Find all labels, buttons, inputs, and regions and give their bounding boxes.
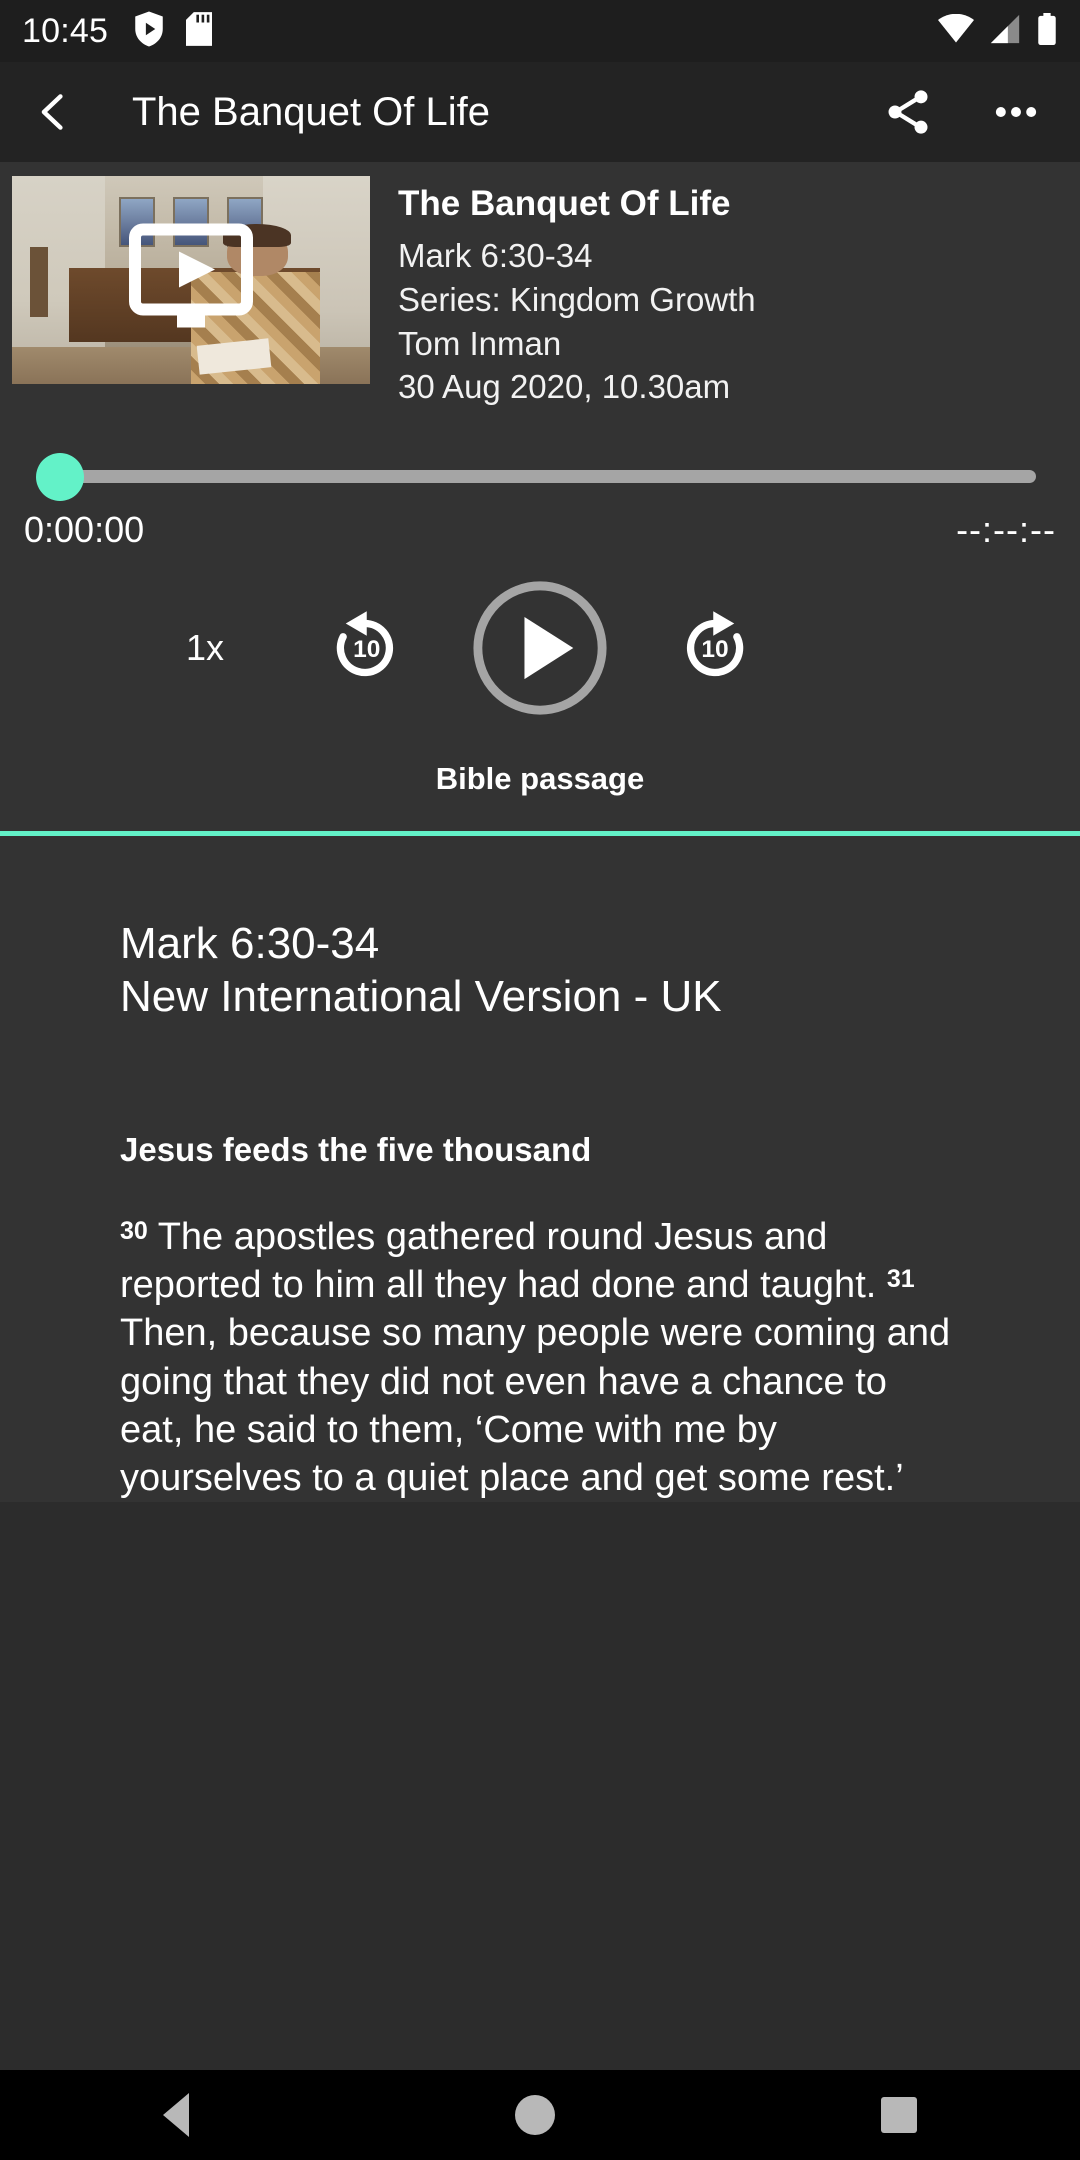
rewind-10-button[interactable]: 10 <box>290 606 440 690</box>
media-speaker: Tom Inman <box>398 324 562 362</box>
total-duration: --:--:-- <box>956 509 1056 551</box>
verse-text-31: Then, because so many people were coming… <box>120 1312 951 1500</box>
seek-bar[interactable] <box>22 439 1058 509</box>
playback-speed-button[interactable]: 1x <box>120 627 290 669</box>
play-video-overlay-icon[interactable] <box>129 223 253 337</box>
transport-controls: 1x 10 10 <box>0 577 1080 719</box>
media-reference: Mark 6:30-34 <box>398 236 593 274</box>
back-button[interactable] <box>26 84 82 140</box>
sd-card-icon <box>186 11 213 51</box>
verse-number-31: 31 <box>886 1265 915 1294</box>
forward-10-button[interactable]: 10 <box>640 606 790 690</box>
video-thumbnail[interactable] <box>12 176 370 384</box>
nav-home-icon[interactable] <box>515 2095 555 2135</box>
media-metadata: The Banquet Of Life Mark 6:30-34 Series:… <box>370 176 756 409</box>
app-bar-actions <box>880 84 1054 140</box>
media-summary-row: The Banquet Of Life Mark 6:30-34 Series:… <box>0 176 1080 409</box>
battery-full-icon <box>1036 12 1058 50</box>
play-protect-shield-icon <box>134 11 164 52</box>
nav-recents-icon[interactable] <box>881 2097 917 2133</box>
app-bar: The Banquet Of Life <box>0 62 1080 162</box>
verse-number-30: 30 <box>120 1216 148 1245</box>
status-left-icons <box>134 11 213 52</box>
passage-reference-line2: New International Version - UK <box>120 971 722 1021</box>
play-pause-button[interactable] <box>440 577 640 719</box>
passage-heading: Jesus feeds the five thousand <box>120 1130 592 1168</box>
cellular-signal-icon <box>988 14 1022 49</box>
bible-passage-section: Mark 6:30-34 New International Version -… <box>0 836 1080 1503</box>
current-time: 0:00:00 <box>24 509 145 551</box>
media-title: The Banquet Of Life <box>398 184 731 223</box>
nav-back-icon[interactable] <box>163 2093 189 2137</box>
time-row: 0:00:00 --:--:-- <box>0 509 1080 551</box>
status-right-icons <box>938 12 1058 50</box>
wifi-icon <box>938 13 974 49</box>
seek-thumb[interactable] <box>36 453 84 502</box>
page-title: The Banquet Of Life <box>132 89 491 134</box>
share-icon[interactable] <box>880 84 936 140</box>
media-datetime: 30 Aug 2020, 10.30am <box>398 368 731 406</box>
verse-text-30: The apostles gathered round Jesus and re… <box>120 1215 877 1307</box>
seek-track[interactable] <box>52 470 1036 484</box>
svg-text:10: 10 <box>701 636 728 663</box>
system-navigation-bar <box>0 2070 1080 2160</box>
status-clock: 10:45 <box>22 11 109 50</box>
section-label: Bible passage <box>435 761 645 797</box>
status-bar: 10:45 <box>0 0 1080 62</box>
passage-reference-line1: Mark 6:30-34 <box>120 919 380 969</box>
media-series: Series: Kingdom Growth <box>398 280 756 318</box>
media-player-panel: The Banquet Of Life Mark 6:30-34 Series:… <box>0 162 1080 832</box>
more-options-icon[interactable] <box>988 84 1044 140</box>
svg-text:10: 10 <box>353 636 380 663</box>
app-screen: 10:45 The Banquet Of Life The Banquet Of… <box>0 0 1080 2160</box>
passage-body: 30 The apostles gathered round Jesus and… <box>120 1213 960 1503</box>
